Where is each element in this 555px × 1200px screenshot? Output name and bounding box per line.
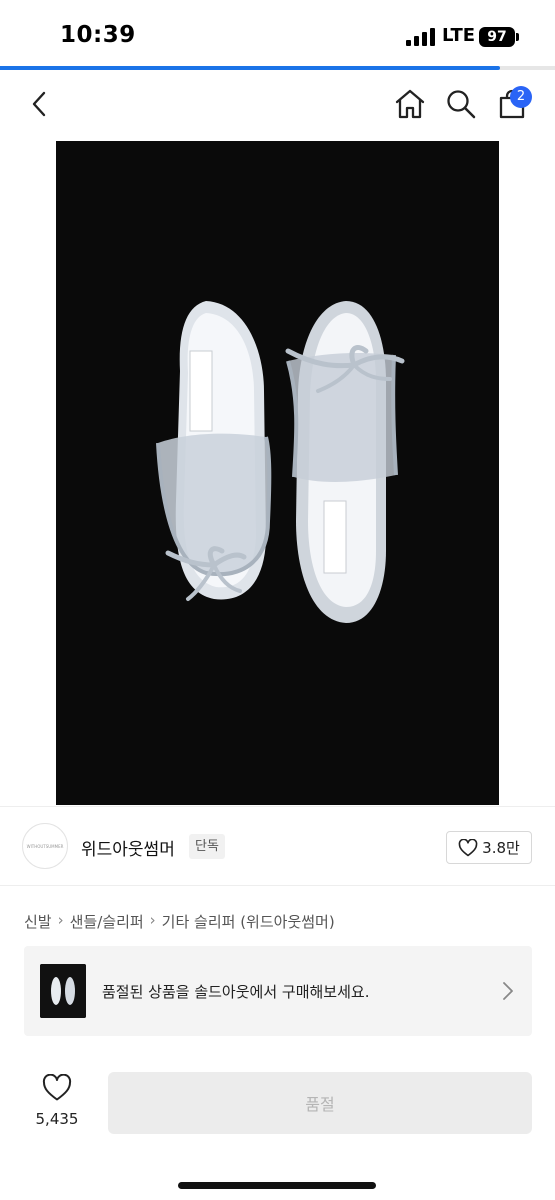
- breadcrumb-separator-icon: ›: [57, 911, 64, 929]
- breadcrumb: 신발 › 샌들/슬리퍼 › 기타 슬리퍼 (위드아웃썸머): [24, 911, 335, 932]
- wishlist-count: 5,435: [35, 1110, 79, 1128]
- heart-icon: [458, 838, 478, 856]
- status-bar: 10:39 LTE 97: [0, 0, 555, 66]
- heart-icon: [42, 1073, 72, 1101]
- sandals-illustration: [56, 141, 499, 805]
- cart-count-badge: 2: [510, 86, 532, 108]
- breadcrumb-item[interactable]: 기타 슬리퍼 (위드아웃썸머): [162, 911, 335, 932]
- status-time: 10:39: [60, 22, 136, 48]
- soldout-buy-button[interactable]: 품절: [108, 1072, 532, 1134]
- wishlist-button[interactable]: 5,435: [28, 1073, 86, 1134]
- seller-name[interactable]: 위드아웃썸머: [81, 835, 175, 860]
- network-type: LTE: [442, 25, 476, 46]
- battery-tip: [516, 33, 519, 41]
- breadcrumb-separator-icon: ›: [149, 911, 156, 929]
- seller-logo-text: WITHOUTSUMMER: [26, 843, 64, 849]
- soldout-promo-text: 품절된 상품을 솔드아웃에서 구매해보세요.: [102, 983, 370, 1001]
- page-load-progress-fill: [0, 66, 500, 70]
- exclusive-badge: 단독: [189, 834, 225, 859]
- search-icon: [447, 90, 476, 119]
- home-indicator: [178, 1182, 376, 1189]
- brand-like-button[interactable]: 3.8만: [446, 831, 532, 864]
- product-image[interactable]: [56, 141, 499, 805]
- breadcrumb-item[interactable]: 샌들/슬리퍼: [70, 911, 144, 932]
- back-icon: [32, 91, 46, 117]
- seller-row[interactable]: WITHOUTSUMMER 위드아웃썸머 단독 3.8만: [0, 806, 555, 886]
- chevron-right-icon: [503, 982, 513, 1000]
- product-thumbnail: [40, 964, 86, 1018]
- signal-icon: [406, 28, 435, 46]
- page-load-progress: [0, 66, 555, 70]
- home-button[interactable]: [392, 86, 428, 122]
- breadcrumb-item[interactable]: 신발: [24, 911, 52, 932]
- back-button[interactable]: [22, 86, 58, 122]
- seller-logo[interactable]: WITHOUTSUMMER: [22, 823, 68, 869]
- soldout-promo-banner[interactable]: 품절된 상품을 솔드아웃에서 구매해보세요.: [24, 946, 532, 1036]
- brand-like-count: 3.8만: [482, 839, 520, 857]
- home-icon: [395, 89, 425, 119]
- battery-icon: 97: [479, 27, 515, 47]
- search-button[interactable]: [443, 86, 479, 122]
